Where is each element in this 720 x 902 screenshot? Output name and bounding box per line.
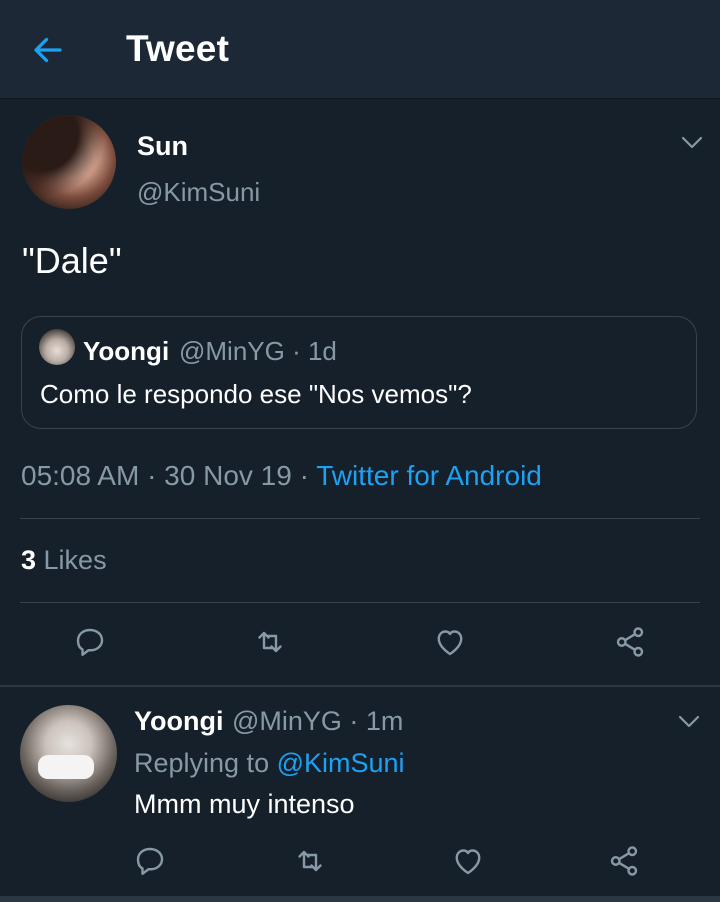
share-icon[interactable] xyxy=(606,843,642,879)
like-icon[interactable] xyxy=(450,843,486,879)
retweet-icon[interactable] xyxy=(252,624,288,660)
quoted-tweet-card[interactable]: Yoongi @MinYG · 1d Como le respondo ese … xyxy=(21,316,697,429)
tweet-text: "Dale" xyxy=(22,240,122,281)
likes-label: Likes xyxy=(36,545,107,575)
divider xyxy=(20,602,700,603)
reply-author-avatar[interactable] xyxy=(20,705,117,802)
divider xyxy=(20,518,700,519)
tweet-metadata: 05:08 AM · 30 Nov 19 · Twitter for Andro… xyxy=(21,460,542,492)
quoted-tweet-text: Como le respondo ese "Nos vemos"? xyxy=(40,379,472,409)
share-icon[interactable] xyxy=(612,624,648,660)
chevron-down-icon[interactable] xyxy=(680,135,704,151)
quoted-author-handle: @MinYG · 1d xyxy=(179,336,337,366)
author-handle[interactable]: @KimSuni xyxy=(137,177,260,208)
reply-icon[interactable] xyxy=(72,624,108,660)
arrow-left-icon[interactable] xyxy=(30,32,66,68)
page-title: Tweet xyxy=(126,28,230,69)
like-icon[interactable] xyxy=(432,624,468,660)
reply-author-handle[interactable]: @MinYG · 1m xyxy=(232,706,403,737)
quoted-author-name: Yoongi xyxy=(83,336,170,366)
author-avatar[interactable] xyxy=(22,115,116,209)
likes-count[interactable]: 3 Likes xyxy=(21,545,107,576)
reply-icon[interactable] xyxy=(132,843,168,879)
likes-number: 3 xyxy=(21,545,37,575)
replying-to: Replying to @KimSuni xyxy=(134,748,405,779)
author-name[interactable]: Sun xyxy=(137,131,188,162)
tweet-timestamp: 05:08 AM · 30 Nov 19 · xyxy=(21,460,317,491)
chevron-down-icon[interactable] xyxy=(677,714,701,730)
replying-prefix: Replying to xyxy=(134,748,277,778)
replying-to-mention[interactable]: @KimSuni xyxy=(277,748,405,778)
section-divider xyxy=(0,685,720,687)
quoted-author-avatar xyxy=(39,329,75,365)
tweet-source-link[interactable]: Twitter for Android xyxy=(316,460,542,491)
retweet-icon[interactable] xyxy=(292,843,328,879)
reply-author-name[interactable]: Yoongi xyxy=(134,706,223,737)
reply-text: Mmm muy intenso xyxy=(134,789,355,819)
bottom-divider xyxy=(0,896,720,902)
top-bar: Tweet xyxy=(0,0,720,99)
